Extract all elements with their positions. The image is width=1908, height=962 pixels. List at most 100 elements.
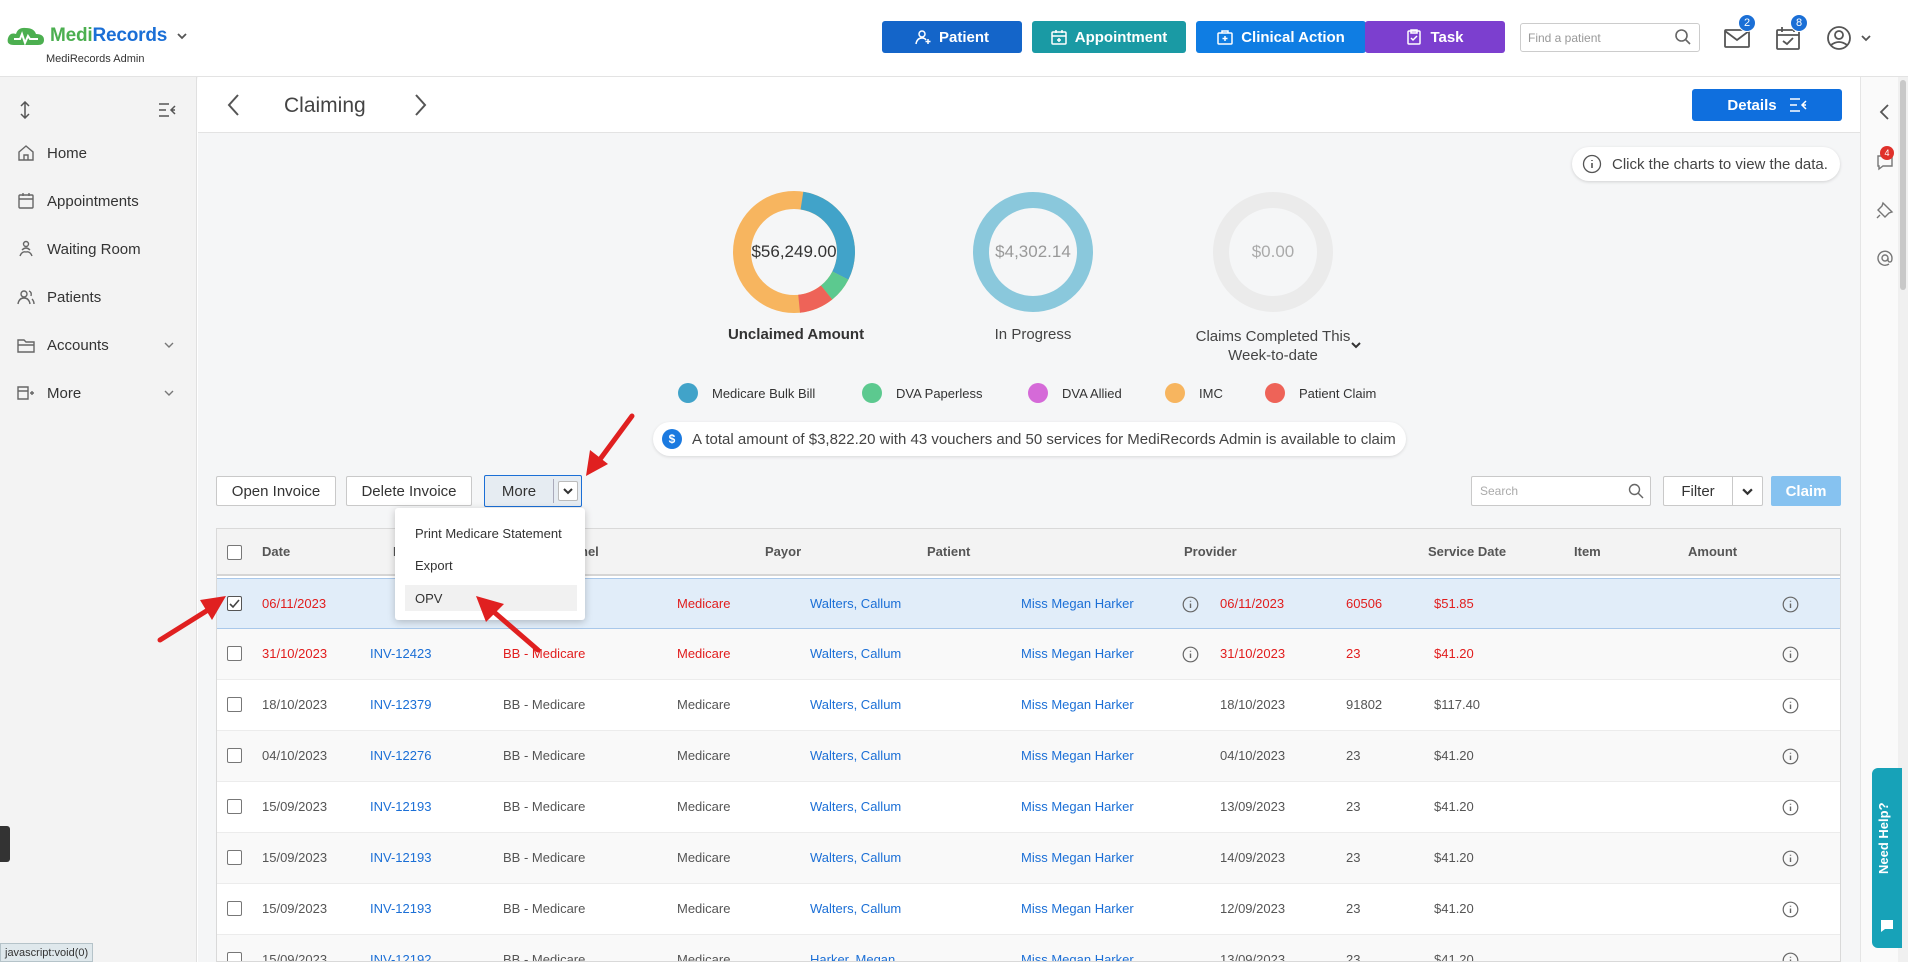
pin-icon[interactable] xyxy=(1876,201,1894,219)
cell-invoice[interactable]: INV-12193 xyxy=(370,799,431,814)
search-icon[interactable] xyxy=(1674,28,1692,46)
legend-item[interactable]: DVA Paperless xyxy=(862,383,982,403)
row-checkbox[interactable] xyxy=(227,850,242,865)
chevron-down-icon[interactable] xyxy=(1350,339,1362,351)
menu-item-export[interactable]: Export xyxy=(405,552,577,578)
column-header-patient[interactable]: Patient xyxy=(927,544,970,559)
new-appointment-button[interactable]: Appointment xyxy=(1032,21,1186,53)
cell-invoice[interactable]: INV-12379 xyxy=(370,697,431,712)
sidebar-item-accounts[interactable]: Accounts xyxy=(0,325,197,365)
column-header-service-date[interactable]: Service Date xyxy=(1428,544,1506,559)
chevron-left-icon[interactable] xyxy=(222,93,246,117)
more-dropdown-toggle[interactable] xyxy=(558,481,578,501)
cell-provider[interactable]: Miss Megan Harker xyxy=(1021,697,1134,712)
table-row[interactable]: 31/10/2023 INV-12423 BB - Medicare Medicare… xyxy=(217,629,1840,680)
sidebar-item-waiting-room[interactable]: Waiting Room xyxy=(0,229,197,269)
delete-invoice-button[interactable]: Delete Invoice xyxy=(346,476,472,506)
cell-invoice[interactable]: INV-12193 xyxy=(370,850,431,865)
filter-button[interactable]: Filter xyxy=(1664,477,1732,505)
row-info-icon[interactable] xyxy=(1782,596,1799,613)
cell-patient[interactable]: Walters, Callum xyxy=(810,596,901,611)
cell-patient[interactable]: Walters, Callum xyxy=(810,697,901,712)
menu-item-print-medicare-statement[interactable]: Print Medicare Statement xyxy=(405,520,577,546)
table-row[interactable]: 15/09/2023 INV-12193 BB - Medicare Medicare… xyxy=(217,833,1840,884)
sidebar-item-appointments[interactable]: Appointments xyxy=(0,181,197,221)
cell-provider[interactable]: Miss Megan Harker xyxy=(1021,901,1134,916)
table-row[interactable]: 15/09/2023 INV-12193 BB - Medicare Medicare… xyxy=(217,782,1840,833)
cell-patient[interactable]: Walters, Callum xyxy=(810,901,901,916)
cell-patient[interactable]: Walters, Callum xyxy=(810,850,901,865)
table-row[interactable]: 04/10/2023 INV-12276 BB - Medicare Medicare… xyxy=(217,731,1840,782)
row-checkbox[interactable] xyxy=(227,952,242,961)
row-checkbox[interactable] xyxy=(227,799,242,814)
row-checkbox[interactable] xyxy=(227,748,242,763)
sidebar-item-home[interactable]: Home xyxy=(0,133,197,173)
chevron-down-icon[interactable] xyxy=(1742,486,1753,497)
find-patient-input[interactable] xyxy=(1520,23,1700,52)
row-info-icon[interactable] xyxy=(1782,646,1799,663)
cell-provider[interactable]: Miss Megan Harker xyxy=(1021,748,1134,763)
new-patient-button[interactable]: Patient xyxy=(882,21,1022,53)
column-header-amount[interactable]: Amount xyxy=(1688,544,1737,559)
chevron-right-icon[interactable] xyxy=(408,93,432,117)
filter-split-button[interactable]: Filter xyxy=(1663,476,1763,506)
expand-vertical-icon[interactable] xyxy=(18,101,32,119)
side-drawer-handle[interactable] xyxy=(0,826,10,862)
cell-invoice[interactable]: INV-12192 xyxy=(370,952,431,961)
cell-patient[interactable]: Walters, Callum xyxy=(810,748,901,763)
legend-item[interactable]: Patient Claim xyxy=(1265,383,1376,403)
sidebar-item-more[interactable]: More xyxy=(0,373,197,413)
cell-provider[interactable]: Miss Megan Harker xyxy=(1021,850,1134,865)
row-checkbox[interactable] xyxy=(227,646,242,661)
row-info-icon[interactable] xyxy=(1782,748,1799,765)
table-row[interactable]: 15/09/2023 INV-12193 BB - Medicare Medicare… xyxy=(217,884,1840,935)
column-header-provider[interactable]: Provider xyxy=(1184,544,1237,559)
row-info-icon[interactable] xyxy=(1782,799,1799,816)
table-row[interactable]: 15/09/2023 INV-12192 BB - Medicare Medicare… xyxy=(217,935,1840,961)
claims-search-input[interactable] xyxy=(1471,476,1651,506)
in-progress-donut-chart[interactable]: $4,302.14 xyxy=(968,187,1098,317)
cell-provider[interactable]: Miss Megan Harker xyxy=(1021,596,1134,611)
sidebar-item-patients[interactable]: Patients xyxy=(0,277,197,317)
search-icon[interactable] xyxy=(1628,483,1644,499)
unclaimed-donut-chart[interactable]: $56,249.00 xyxy=(729,187,859,317)
need-help-tab[interactable]: Need Help? xyxy=(1872,768,1902,948)
open-invoice-button[interactable]: Open Invoice xyxy=(216,476,336,506)
patient-info-icon[interactable] xyxy=(1182,646,1199,663)
completed-donut-chart[interactable]: $0.00 xyxy=(1208,187,1338,317)
column-header-date[interactable]: Date xyxy=(262,544,290,559)
chevron-left-icon[interactable] xyxy=(1876,103,1894,121)
more-split-button[interactable]: More xyxy=(484,475,582,507)
column-header-payor[interactable]: Payor xyxy=(765,544,801,559)
row-info-icon[interactable] xyxy=(1782,901,1799,918)
row-info-icon[interactable] xyxy=(1782,850,1799,867)
table-row[interactable]: 18/10/2023 INV-12379 BB - Medicare Medicare… xyxy=(217,680,1840,731)
chevron-down-icon[interactable] xyxy=(177,31,187,41)
collapse-sidebar-icon[interactable] xyxy=(158,102,176,118)
row-checkbox[interactable] xyxy=(227,697,242,712)
cell-patient[interactable]: Walters, Callum xyxy=(810,646,901,661)
select-all-checkbox[interactable] xyxy=(227,545,242,560)
at-sign-icon[interactable] xyxy=(1876,249,1894,267)
legend-item[interactable]: Medicare Bulk Bill xyxy=(678,383,815,403)
column-header-item[interactable]: Item xyxy=(1574,544,1601,559)
legend-item[interactable]: IMC xyxy=(1165,383,1223,403)
scrollbar-thumb[interactable] xyxy=(1900,80,1906,290)
details-button[interactable]: Details xyxy=(1692,89,1842,121)
cell-patient[interactable]: Walters, Callum xyxy=(810,799,901,814)
row-info-icon[interactable] xyxy=(1782,952,1799,961)
cell-provider[interactable]: Miss Megan Harker xyxy=(1021,952,1134,961)
user-avatar-icon[interactable] xyxy=(1826,25,1856,51)
more-button[interactable]: More xyxy=(485,476,553,506)
brand-logo[interactable]: MediRecords xyxy=(6,25,187,47)
legend-item[interactable]: DVA Allied xyxy=(1028,383,1122,403)
cell-invoice[interactable]: INV-12276 xyxy=(370,748,431,763)
row-checkbox[interactable] xyxy=(227,901,242,916)
cell-provider[interactable]: Miss Megan Harker xyxy=(1021,646,1134,661)
chevron-down-icon[interactable] xyxy=(1861,33,1871,43)
cell-patient[interactable]: Harker, Megan xyxy=(810,952,895,961)
claim-button[interactable]: Claim xyxy=(1771,476,1841,506)
new-task-button[interactable]: Task xyxy=(1365,21,1505,53)
row-info-icon[interactable] xyxy=(1782,697,1799,714)
cell-provider[interactable]: Miss Megan Harker xyxy=(1021,799,1134,814)
